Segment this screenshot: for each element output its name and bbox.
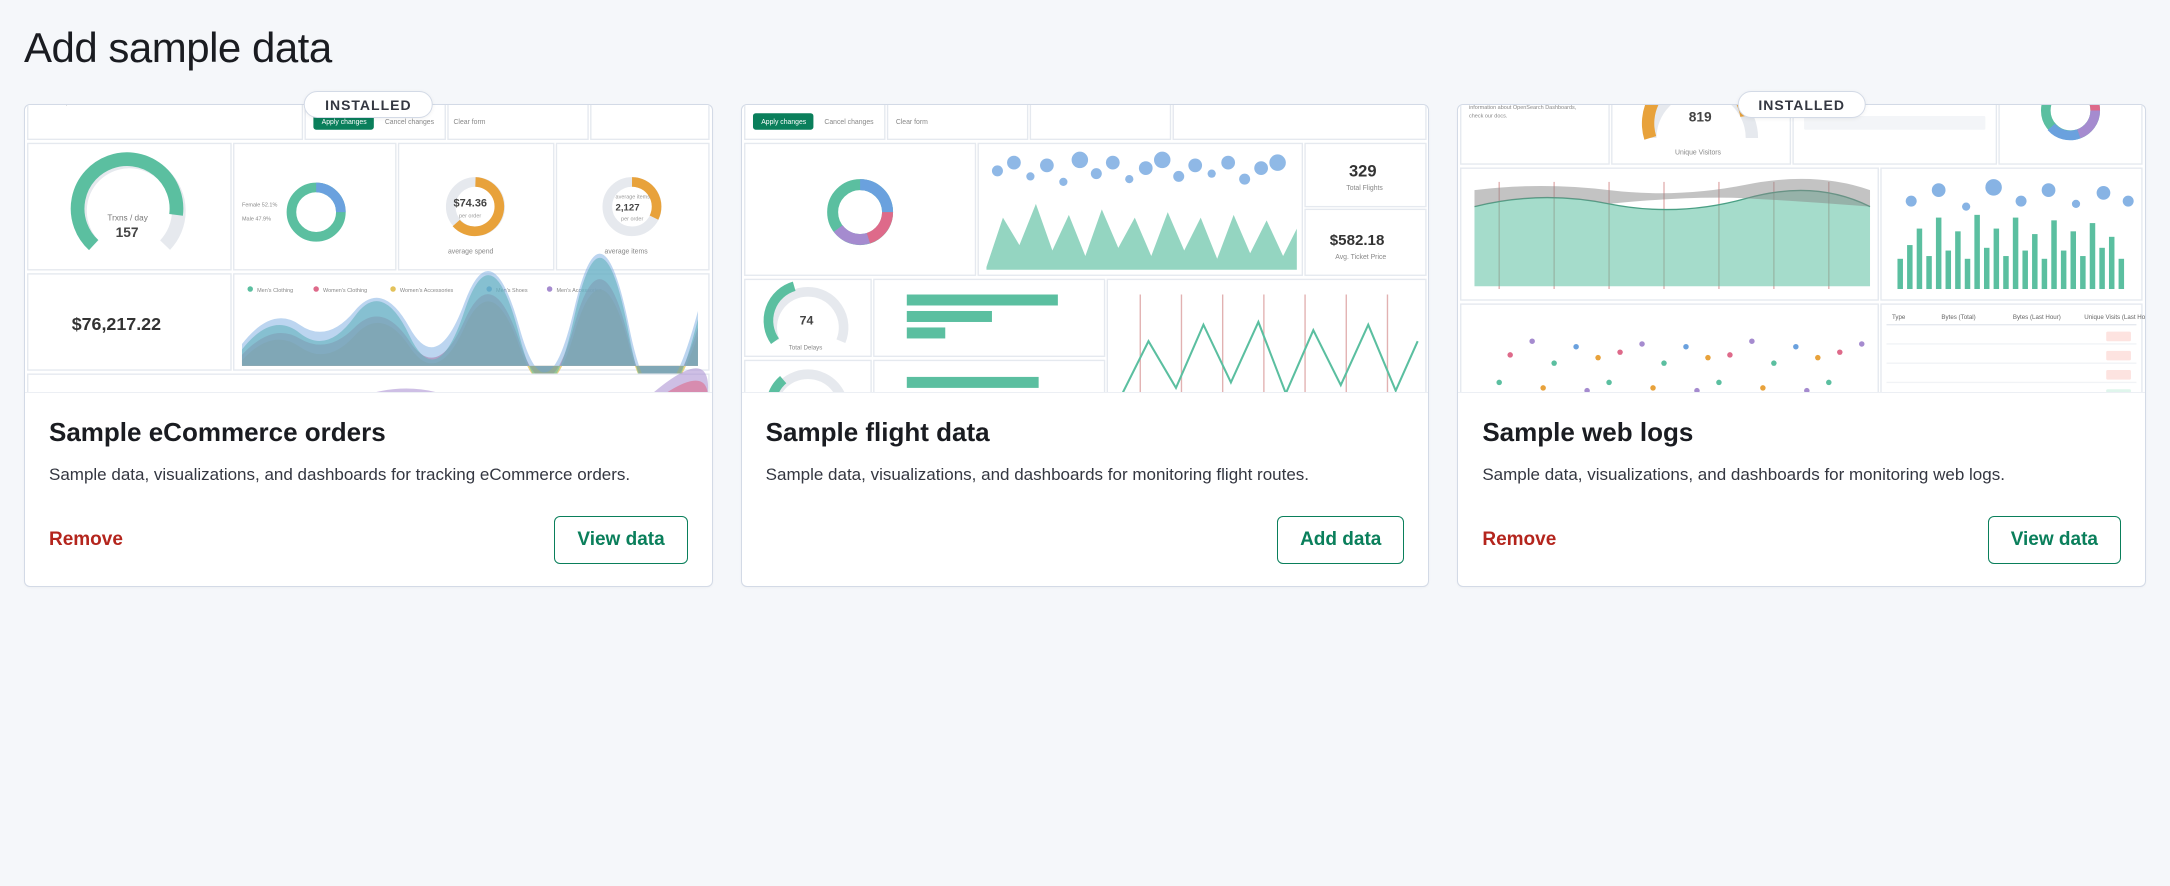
svg-text:Apply changes: Apply changes [761, 119, 807, 126]
svg-text:our docs.: our docs. [1181, 105, 1204, 107]
view-data-button[interactable]: View data [554, 516, 687, 564]
thumbnail-flights: Select... Select... Sample Flight data T… [742, 105, 1429, 393]
svg-text:Female 52.1%: Female 52.1% [242, 203, 277, 209]
svg-text:Cancel changes: Cancel changes [824, 119, 874, 126]
installed-badge: INSTALLED [304, 91, 433, 118]
svg-text:Clear form: Clear form [895, 119, 927, 126]
svg-text:average items: average items [605, 248, 649, 255]
installed-badge: INSTALLED [1737, 91, 1866, 118]
card-description: Sample data, visualizations, and dashboa… [766, 462, 1405, 488]
view-data-button[interactable]: View data [1988, 516, 2121, 564]
add-data-button[interactable]: Add data [1277, 516, 1404, 564]
svg-text:Apply changes: Apply changes [322, 119, 368, 126]
svg-text:per order: per order [459, 214, 481, 220]
card-flights: Select... Select... Sample Flight data T… [741, 104, 1430, 587]
svg-text:2,127: 2,127 [616, 203, 640, 214]
svg-text:average items: average items [616, 194, 651, 200]
svg-text:information about OpenSearch D: information about OpenSearch Dashboards, [1469, 105, 1577, 111]
svg-text:Bytes (Total): Bytes (Total) [1942, 314, 1976, 321]
card-logs: INSTALLED Sample Logs Data This dashboar… [1457, 104, 2146, 587]
thumbnail-logs: Sample Logs Data This dashboard contains… [1458, 105, 2145, 393]
page-title: Add sample data [24, 24, 2146, 72]
svg-text:Bytes (Last Hour): Bytes (Last Hour) [2013, 314, 2061, 321]
svg-text:Total Flights: Total Flights [1346, 185, 1383, 192]
card-description: Sample data, visualizations, and dashboa… [49, 462, 688, 488]
svg-text:74: 74 [799, 314, 813, 328]
svg-text:Clear form: Clear form [453, 119, 485, 126]
svg-text:Men's Clothing: Men's Clothing [257, 288, 293, 294]
svg-text:Male 47.9%: Male 47.9% [242, 216, 271, 222]
svg-text:Total Delays: Total Delays [788, 344, 822, 351]
svg-text:Women's Accessories: Women's Accessories [400, 288, 454, 294]
card-title: Sample eCommerce orders [49, 417, 688, 448]
thumbnail-ecommerce: Sample eCommerce Data This dashboard con… [25, 105, 712, 393]
svg-text:average spend: average spend [448, 248, 494, 255]
card-ecommerce: INSTALLED Sample eCommerce Data This das… [24, 104, 713, 587]
svg-text:Women's Clothing: Women's Clothing [323, 288, 367, 294]
svg-text:$74.36: $74.36 [453, 198, 487, 210]
svg-text:329: 329 [1349, 162, 1376, 180]
svg-text:157: 157 [116, 225, 139, 240]
svg-text:819: 819 [1689, 109, 1712, 124]
svg-text:Dashboards, check our docs.: Dashboards, check our docs. [36, 105, 108, 107]
sample-data-cards-row: INSTALLED Sample eCommerce Data This das… [24, 104, 2146, 587]
svg-text:Unique Visits (Last Hour): Unique Visits (Last Hour) [2085, 314, 2145, 321]
card-title: Sample web logs [1482, 417, 2121, 448]
remove-button[interactable]: Remove [49, 529, 123, 551]
svg-text:$76,217.22: $76,217.22 [72, 314, 161, 334]
svg-text:Avg. Ticket Price: Avg. Ticket Price [1335, 254, 1386, 261]
svg-text:check our docs.: check our docs. [1469, 113, 1508, 119]
svg-text:Type: Type [1892, 314, 1906, 321]
remove-button[interactable]: Remove [1482, 529, 1556, 551]
svg-text:Cancel changes: Cancel changes [385, 119, 435, 126]
svg-text:per order: per order [621, 216, 643, 222]
card-description: Sample data, visualizations, and dashboa… [1482, 462, 2121, 488]
svg-text:Unique Visitors: Unique Visitors [1675, 149, 1722, 156]
svg-text:$582.18: $582.18 [1329, 232, 1384, 249]
card-title: Sample flight data [766, 417, 1405, 448]
svg-text:Trxns / day: Trxns / day [107, 213, 148, 222]
